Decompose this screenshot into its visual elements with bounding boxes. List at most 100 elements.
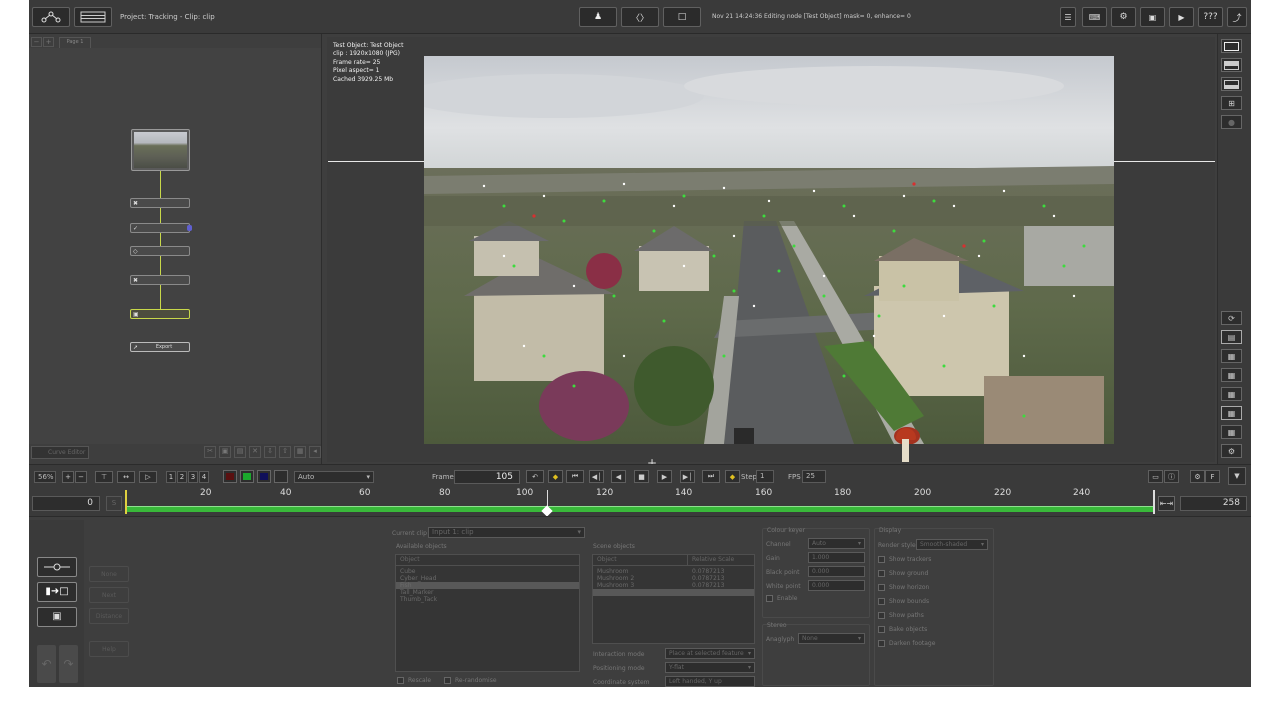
black-point-field[interactable]: 0.000 <box>808 566 865 577</box>
fit-button[interactable]: ⊤ <box>95 471 113 483</box>
node-graph-button[interactable] <box>32 7 70 27</box>
scene-objects-list[interactable]: Object Relative Scale Mushroom 0.0787213 … <box>592 554 755 644</box>
list-item[interactable]: Cyber_Head <box>396 575 579 582</box>
zoom-out-button[interactable]: − <box>75 471 87 483</box>
layout-quad-button[interactable]: ⊞ <box>1221 96 1242 110</box>
zoom-field[interactable]: 56% <box>34 471 56 483</box>
play-button[interactable]: ▶ <box>657 470 672 483</box>
clip-thumbnail-node[interactable] <box>131 129 190 171</box>
timeline-start-button[interactable]: S <box>106 496 122 511</box>
distance-button[interactable]: Distance <box>89 608 129 624</box>
list-item[interactable]: Tall_Marker <box>396 589 579 596</box>
layout-single-button[interactable] <box>1221 39 1242 53</box>
panel-button-3[interactable]: ▦ <box>1221 368 1242 382</box>
view-4[interactable]: 4 <box>199 471 209 483</box>
gain-field[interactable]: 1.000 <box>808 552 865 563</box>
loop-button[interactable]: ↶ <box>526 470 544 483</box>
go-start-button[interactable]: ⏮ <box>566 470 584 483</box>
help-panel-button[interactable]: Help <box>89 641 129 657</box>
prev-key-button[interactable]: ◀│ <box>589 470 604 483</box>
frame-field[interactable]: 105 <box>454 470 520 484</box>
panel-add-button[interactable]: + <box>43 37 54 47</box>
alpha-channel-button[interactable] <box>274 470 288 483</box>
keyboard-button[interactable]: ⌨ <box>1082 7 1107 27</box>
graph-node-3[interactable]: ◇ <box>130 246 190 256</box>
panel-minimize-button[interactable]: − <box>31 37 42 47</box>
panel-button-1[interactable]: ▤ <box>1221 330 1242 344</box>
table-row[interactable]: Mushroom 0.0787213 <box>593 568 754 575</box>
paste-icon[interactable]: ▤ <box>234 446 246 458</box>
none-button[interactable]: None <box>89 566 129 582</box>
graph-node-2[interactable]: ✓ <box>130 223 192 233</box>
slider-tool-button[interactable] <box>37 557 77 577</box>
fps-field[interactable]: 25 <box>802 470 826 483</box>
show-paths-checkbox[interactable]: Show paths <box>878 612 924 619</box>
green-channel-button[interactable] <box>240 470 254 483</box>
next-button[interactable]: Next <box>89 587 129 603</box>
panel-button-4[interactable]: ▦ <box>1221 387 1242 401</box>
layout-split-h-button[interactable] <box>1221 58 1242 72</box>
graph-node-1[interactable]: ✖ <box>130 198 190 208</box>
key-button[interactable]: ◆ <box>548 470 563 483</box>
cut-icon[interactable]: ✂ <box>204 446 216 458</box>
back-icon[interactable]: ◂ <box>309 446 321 458</box>
timeline-fit-button[interactable]: ⇤⇥ <box>1158 496 1175 511</box>
list-view-button[interactable] <box>74 7 112 27</box>
help-button[interactable]: ??? <box>1198 7 1223 27</box>
show-ground-checkbox[interactable]: Show ground <box>878 570 928 577</box>
zoom-in-button[interactable]: + <box>62 471 74 483</box>
red-channel-button[interactable] <box>223 470 237 483</box>
document-button[interactable]: ☰ <box>1060 7 1076 27</box>
rerandom-checkbox[interactable]: Re-randomise <box>444 677 497 684</box>
delete-icon[interactable]: ✕ <box>249 446 261 458</box>
timeline-start-field[interactable]: 0 <box>32 496 100 511</box>
interaction-mode-select[interactable]: Place at selected feature ▾ <box>665 648 755 659</box>
available-objects-list[interactable]: Object Cube Cyber_Head Fish Tall_Marker … <box>395 554 580 672</box>
curve-editor-tab[interactable]: Curve Editor <box>31 446 89 459</box>
people-button[interactable]: ♟ <box>579 7 617 27</box>
rescale-checkbox[interactable]: Rescale <box>397 677 431 684</box>
enable-checkbox[interactable]: Enable <box>766 595 797 602</box>
camera-button[interactable]: ▣ <box>1140 7 1165 27</box>
film-tool-button[interactable]: ▣ <box>37 607 77 627</box>
graph-node-4[interactable]: ✖ <box>130 275 190 285</box>
bake-objects-checkbox[interactable]: Bake objects <box>878 626 927 633</box>
list-item-selected[interactable]: Fish <box>396 582 579 589</box>
lock-view-button[interactable]: ▷ <box>139 471 157 483</box>
export-node[interactable]: ➚ Export <box>130 342 190 352</box>
channel-select[interactable]: Auto ▾ <box>294 471 374 483</box>
table-row[interactable]: Mushroom 2 0.0787213 <box>593 575 754 582</box>
next-frame-button[interactable]: ▶│ <box>680 470 695 483</box>
show-trackers-checkbox[interactable]: Show trackers <box>878 556 931 563</box>
blue-channel-button[interactable] <box>257 470 271 483</box>
graph-node-selected[interactable]: ▣ <box>130 309 190 319</box>
import-icon[interactable]: ⇩ <box>264 446 276 458</box>
arrow-tool-button[interactable]: ▮➜□ <box>37 582 77 602</box>
info-button[interactable]: ⓘ <box>1164 470 1179 483</box>
prev-frame-button[interactable]: ◀ <box>611 470 626 483</box>
table-row[interactable]: Mushroom 3 0.0787213 <box>593 582 754 589</box>
anaglyph-select[interactable]: None ▾ <box>798 633 865 644</box>
panel-button-2[interactable]: ▦ <box>1221 349 1242 363</box>
view-2[interactable]: 2 <box>177 471 187 483</box>
grid-button-2[interactable]: ▦ <box>1221 425 1242 439</box>
list-item[interactable]: Thumb_Tack <box>396 596 579 603</box>
timeline-end-field[interactable]: 258 <box>1180 496 1247 511</box>
layout-split-v-button[interactable] <box>1221 77 1242 91</box>
settings-small-button[interactable]: ⚙ <box>1190 470 1205 483</box>
white-point-field[interactable]: 0.000 <box>808 580 865 591</box>
coordinate-system-select[interactable]: Left handed, Y up <box>665 676 755 687</box>
keyer-channel-select[interactable]: Auto ▾ <box>808 538 865 549</box>
layout-icon[interactable]: ▦ <box>294 446 306 458</box>
settings-button[interactable]: ⚙ <box>1111 7 1136 27</box>
flag-button[interactable]: F <box>1205 470 1220 483</box>
play-video-button[interactable]: ▶ <box>1169 7 1194 27</box>
tab-page-1[interactable]: Page 1 <box>59 37 91 48</box>
next-key-button[interactable]: ◆ <box>725 470 740 483</box>
eraser-button[interactable]: 〈〉 <box>621 7 659 27</box>
render-style-select[interactable]: Smooth-shaded ▾ <box>916 539 988 550</box>
step-field[interactable]: 1 <box>756 470 774 483</box>
export-icon[interactable]: ⇧ <box>279 446 291 458</box>
view-3[interactable]: 3 <box>188 471 198 483</box>
redo-button[interactable]: ↷ <box>59 645 78 683</box>
